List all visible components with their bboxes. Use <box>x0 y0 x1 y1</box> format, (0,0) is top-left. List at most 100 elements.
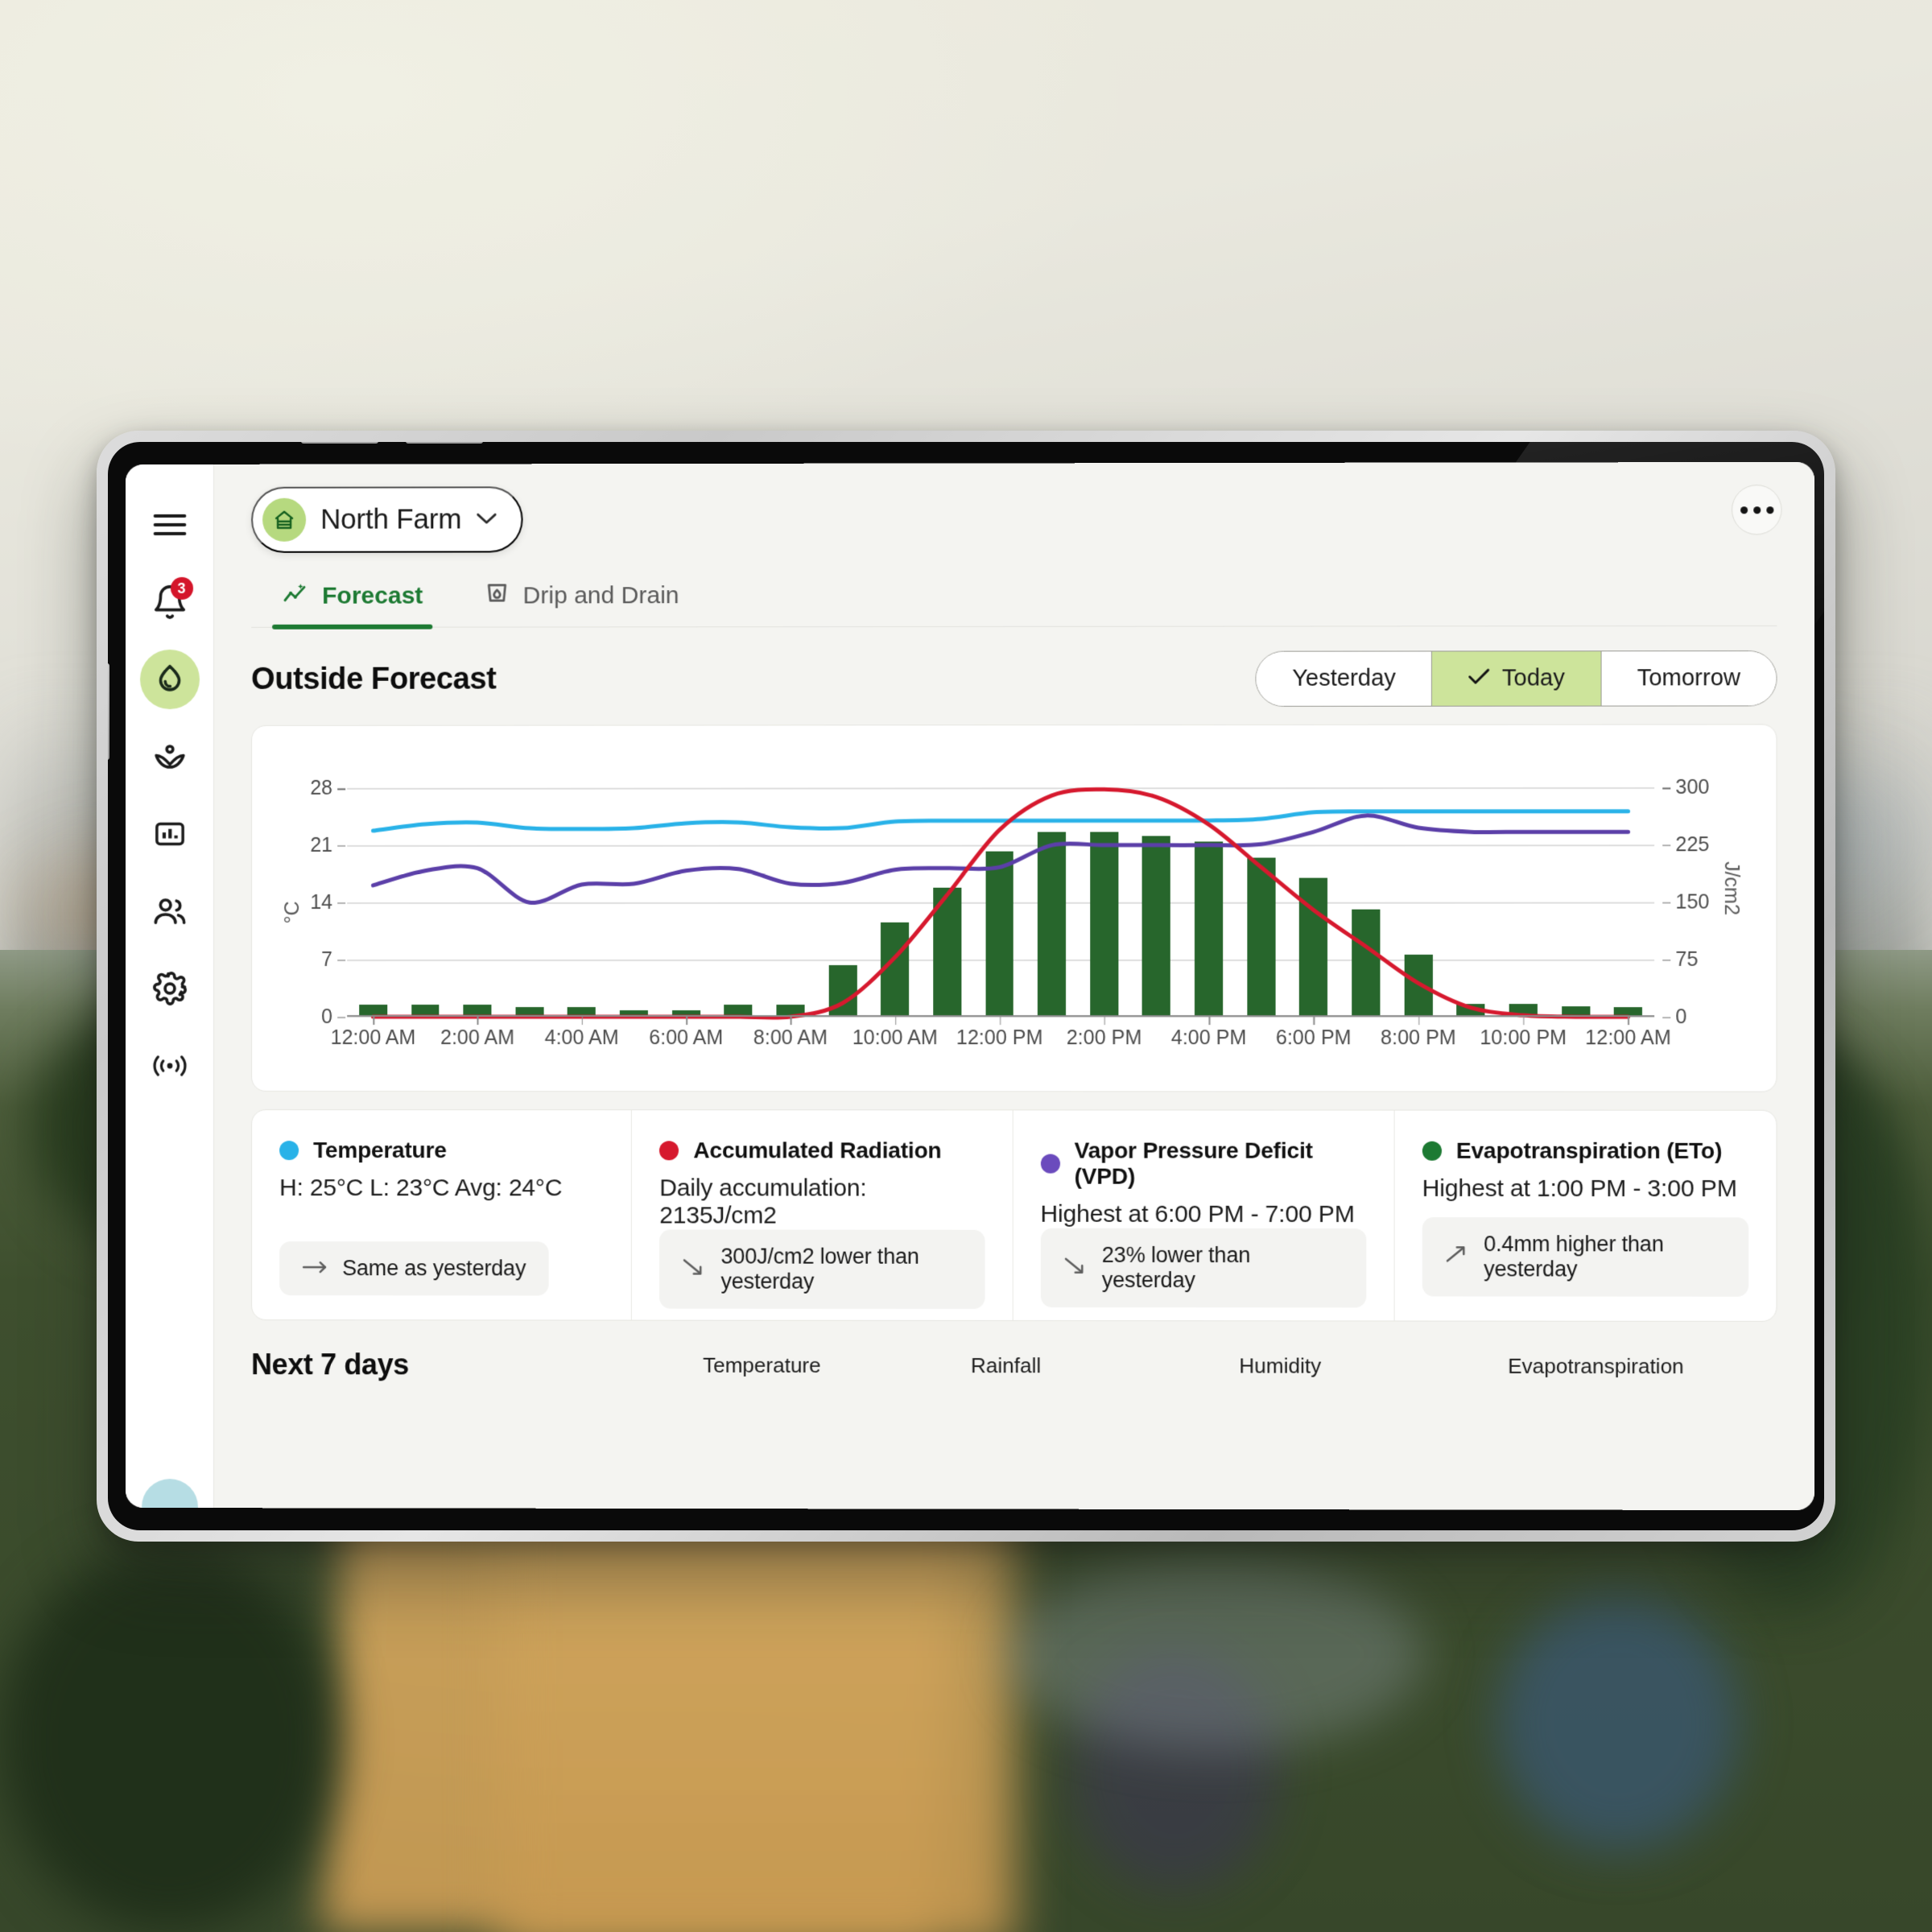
chart-y-tick-left: 0 <box>321 1005 333 1028</box>
stat-trend-chip: 0.4mm higher than yesterday <box>1422 1217 1749 1297</box>
tab-forecast[interactable]: Forecast <box>251 572 453 627</box>
tab-drip-and-drain[interactable]: Drip and Drain <box>453 572 709 626</box>
stat-card-temperature: Temperature H: 25°C L: 23°C Avg: 24°C Sa… <box>252 1110 633 1320</box>
chart-y-tick-left: 21 <box>310 833 333 857</box>
forecast-trend-icon <box>282 581 309 612</box>
range-option-yesterday-label: Yesterday <box>1292 665 1396 691</box>
hamburger-menu-icon <box>152 513 188 537</box>
chart-lines <box>347 759 1654 1017</box>
range-option-today[interactable]: Today <box>1432 651 1602 706</box>
drip-drain-icon <box>484 580 510 612</box>
stat-title: Accumulated Radiation <box>693 1137 942 1163</box>
check-icon <box>1468 665 1491 691</box>
sidebar-item-analytics[interactable] <box>139 804 199 864</box>
sensor-signal-icon <box>150 1050 190 1082</box>
volume-up-button[interactable] <box>301 442 378 444</box>
stat-title: Temperature <box>313 1137 447 1163</box>
stat-trend-label: Same as yesterday <box>342 1256 526 1281</box>
sidebar-item-settings[interactable] <box>139 959 199 1018</box>
stat-trend-chip: 300J/cm2 lower than yesterday <box>659 1229 985 1309</box>
background-roof <box>1006 1558 1425 1751</box>
chart-plot-area: 0 7 14 21 28 0 75 150 225 300 12:00 AM 2:00 AM 4:0… <box>281 759 1744 1050</box>
chart-x-tick: 4:00 PM <box>1170 1026 1247 1050</box>
chart-x-tick: 6:00 AM <box>649 1026 724 1050</box>
page-title: Outside Forecast <box>251 662 497 696</box>
people-icon <box>151 893 188 930</box>
stat-title: Vapor Pressure Deficit (VPD) <box>1074 1137 1313 1189</box>
column-header-temperature: Temperature <box>703 1352 821 1377</box>
top-bar: North Farm <box>214 462 1814 553</box>
date-range-segmented-control: Yesterday Today Tomorrow <box>1255 650 1777 707</box>
more-options-icon <box>1765 506 1773 514</box>
column-header-rainfall: Rainfall <box>970 1352 1042 1377</box>
next-7-days-section: Next 7 days Temperature Rainfall Humidit… <box>251 1348 1777 1383</box>
stat-trend-label: 23% lower than yesterday <box>1101 1242 1251 1293</box>
background-water <box>1497 1594 1739 1852</box>
stat-header: Vapor Pressure Deficit (VPD) <box>1040 1137 1366 1189</box>
sidebar-item-crops[interactable] <box>139 727 199 786</box>
volume-down-button[interactable] <box>406 442 483 444</box>
legend-dot-icon <box>1040 1154 1060 1174</box>
stat-card-accumulated-radiation: Accumulated Radiation Daily accumulation… <box>632 1110 1013 1321</box>
range-option-tomorrow-label: Tomorrow <box>1637 665 1741 691</box>
more-options-button[interactable] <box>1731 485 1782 535</box>
chart-x-tick: 2:00 PM <box>1066 1026 1142 1050</box>
chart-y-tick-left: 28 <box>310 776 333 799</box>
column-header-humidity: Humidity <box>1239 1352 1322 1378</box>
chart-x-tick: 12:00 PM <box>956 1026 1043 1050</box>
stat-trend-chip: Same as yesterday <box>279 1241 549 1296</box>
main-content: North Farm Forecast Drip and Drain Outsi… <box>214 461 1814 1511</box>
arrow-down-right-icon <box>682 1257 706 1282</box>
chart-line-accumulated-radiation <box>374 789 1629 1018</box>
stat-title: Evapotranspiration (ETo) <box>1455 1137 1723 1163</box>
range-option-today-label: Today <box>1501 665 1565 691</box>
stat-trend-label: 0.4mm higher than yesterday <box>1484 1232 1664 1282</box>
next-7-days-title: Next 7 days <box>251 1348 409 1381</box>
chart-y-tick-right: 300 <box>1675 775 1710 799</box>
range-option-yesterday[interactable]: Yesterday <box>1256 651 1433 706</box>
next-7-days-column-headers: Temperature Rainfall Humidity Evapotrans… <box>703 1352 1777 1379</box>
stat-detail: Daily accumulation: 2135J/cm2 <box>659 1174 867 1229</box>
stat-card-vapor-pressure-deficit: Vapor Pressure Deficit (VPD) Highest at … <box>1013 1110 1395 1321</box>
power-button[interactable] <box>108 663 109 760</box>
tab-drip-and-drain-label: Drip and Drain <box>522 582 679 609</box>
sidebar-item-notifications[interactable]: 3 <box>139 572 199 632</box>
forecast-chart-card: 0 7 14 21 28 0 75 150 225 300 12:00 AM 2:00 AM 4:0… <box>251 724 1777 1092</box>
metric-summary-cards: Temperature H: 25°C L: 23°C Avg: 24°C Sa… <box>251 1109 1777 1322</box>
chevron-down-icon <box>476 512 497 527</box>
farm-house-icon <box>262 497 307 542</box>
chart-y-tick-right: 75 <box>1675 947 1699 971</box>
chart-y-tick-right: 150 <box>1675 890 1710 914</box>
chart-x-tick: 12:00 AM <box>1585 1026 1671 1050</box>
farm-name-label: North Farm <box>320 503 462 535</box>
chart-x-tick: 8:00 AM <box>753 1026 828 1050</box>
tab-forecast-label: Forecast <box>322 582 423 609</box>
stat-trend-label: 300J/cm2 lower than yesterday <box>720 1244 919 1294</box>
plant-sprout-icon <box>151 738 188 775</box>
chart-y-tick-left: 7 <box>321 947 333 971</box>
sidebar-item-irrigation[interactable] <box>139 649 200 709</box>
legend-dot-icon <box>659 1141 679 1161</box>
section-header: Outside Forecast Yesterday Today Tomorro… <box>214 626 1814 708</box>
chart-x-tick: 2:00 AM <box>440 1026 514 1050</box>
sidebar-item-team[interactable] <box>139 881 199 941</box>
chart-y-tick-right: 225 <box>1675 832 1710 857</box>
column-header-evapotranspiration: Evapotranspiration <box>1508 1353 1684 1378</box>
arrow-right-icon <box>302 1256 328 1281</box>
chart-y-axis-right-label: J/cm2 <box>1719 861 1744 915</box>
arrow-down-right-icon <box>1063 1255 1088 1280</box>
chart-y-tick-left: 14 <box>310 890 333 914</box>
chart-y-tick-right: 0 <box>1675 1005 1687 1028</box>
sidebar-item-menu[interactable] <box>139 495 199 555</box>
chart-x-tick: 4:00 AM <box>544 1026 619 1050</box>
farm-selector[interactable]: North Farm <box>251 486 523 553</box>
range-option-tomorrow[interactable]: Tomorrow <box>1601 651 1777 706</box>
sidebar-item-sensors[interactable] <box>139 1036 199 1096</box>
app-screen: 3 North Farm Forecast Drip and Drain Out… <box>126 461 1814 1511</box>
stat-header: Temperature <box>279 1137 604 1163</box>
chart-x-tick: 10:00 PM <box>1480 1026 1567 1050</box>
avatar[interactable] <box>141 1479 198 1511</box>
chart-line-layer <box>347 759 1654 1017</box>
chart-x-tick: 6:00 PM <box>1275 1026 1352 1050</box>
stat-card-evapotranspiration: Evapotranspiration (ETo) Highest at 1:00… <box>1394 1111 1776 1321</box>
